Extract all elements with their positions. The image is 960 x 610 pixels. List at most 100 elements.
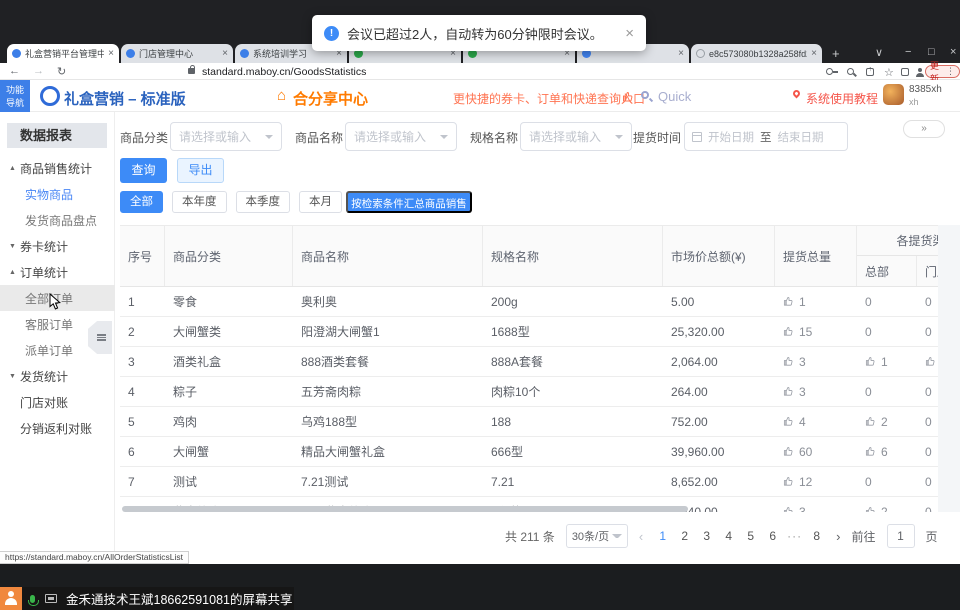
extensions-icon[interactable] <box>901 68 909 76</box>
prev-page-button[interactable]: ‹ <box>639 529 643 544</box>
page-number[interactable]: 8 <box>808 529 825 543</box>
quick-filter-button[interactable]: 本季度 <box>236 191 291 213</box>
pickup-value: 15 <box>799 325 812 339</box>
pickup-cell: 3 <box>775 497 857 512</box>
zoom-icon[interactable] <box>847 68 854 75</box>
forward-button[interactable]: → <box>33 65 44 77</box>
thumbs-up-icon <box>783 356 794 367</box>
caret-up-icon: ▲ <box>9 165 16 172</box>
chevron-down-icon <box>265 135 273 139</box>
thumbs-up-icon <box>865 446 876 457</box>
horizontal-scrollbar[interactable] <box>122 506 688 512</box>
sidebar-item-实物商品[interactable]: 实物商品 <box>0 181 115 207</box>
page-number[interactable]: 1 <box>654 529 671 543</box>
sidebar-item-门店对账[interactable]: 门店对账 <box>0 389 115 415</box>
sidebar-item-商品销售统计[interactable]: ▲商品销售统计 <box>0 155 115 181</box>
quick-filter-button[interactable]: 全部 <box>120 191 163 213</box>
sidebar-item-券卡统计[interactable]: ▼券卡统计 <box>0 233 115 259</box>
cell-no: 1 <box>120 287 165 316</box>
pickup-cell: 15 <box>775 317 857 346</box>
window-close-button[interactable]: × <box>950 46 956 58</box>
nav-toggle-line1: 功能 <box>0 84 30 97</box>
password-key-icon[interactable] <box>826 68 833 75</box>
reload-button[interactable]: ↻ <box>57 65 66 78</box>
page-number[interactable]: 4 <box>720 529 737 543</box>
page-number[interactable]: 3 <box>698 529 715 543</box>
page-size-select[interactable]: 30条/页 <box>566 524 628 548</box>
back-button[interactable]: ← <box>9 65 20 77</box>
pickup-cell: 1 <box>857 347 917 376</box>
collapse-bars-icon <box>97 334 106 341</box>
browser-tab[interactable]: 门店管理中心× <box>121 44 233 63</box>
browser-tab[interactable]: e8c573080b1328a258fd2e6f8× <box>691 44 822 63</box>
category-select[interactable]: 请选择或输入 <box>170 122 282 151</box>
quick-filter-button[interactable]: 本年度 <box>172 191 227 213</box>
browser-tab[interactable]: 礼盒营销平台管理中心 × <box>7 44 119 63</box>
summary-button[interactable]: 按检索条件汇总商品销售额 <box>346 191 472 213</box>
profile-icon[interactable] <box>915 68 924 77</box>
minimize-button[interactable]: − <box>905 46 911 58</box>
table-row[interactable]: 2大闸蟹类阳澄湖大闸蟹11688型25,320.001500 <box>120 317 938 347</box>
pickup-value: 0 <box>865 385 872 399</box>
share-center-link[interactable]: 合分享中心 <box>293 88 368 109</box>
table-row[interactable]: 3酒类礼盒888酒类套餐888A套餐2,064.0031 <box>120 347 938 377</box>
tab-close-icon[interactable]: × <box>678 48 684 59</box>
spec-select[interactable]: 请选择或输入 <box>520 122 632 151</box>
pickup-cell: 0 <box>857 287 917 316</box>
expand-filters-button[interactable]: » <box>903 120 945 138</box>
sidebar-item-发货商品盘点[interactable]: 发货商品盘点 <box>0 207 115 233</box>
cell-amount: 5.00 <box>663 287 775 316</box>
pickup-cell: 0 <box>857 317 917 346</box>
search-button[interactable]: 查询 <box>120 158 167 183</box>
pickup-value: 3 <box>799 385 806 399</box>
quick-filter-button[interactable]: 本月 <box>299 191 342 213</box>
share-icon[interactable] <box>866 68 874 76</box>
table-row[interactable]: 1零食奥利奥200g5.00100 <box>120 287 938 317</box>
table-row[interactable]: 6大闸蟹精品大闸蟹礼盒666型39,960.006060 <box>120 437 938 467</box>
tab-title: 礼盒营销平台管理中心 <box>25 47 104 60</box>
export-button[interactable]: 导出 <box>177 158 224 183</box>
next-page-button[interactable]: › <box>836 529 840 544</box>
pickup-value: 2 <box>881 415 888 429</box>
tab-close-icon[interactable]: × <box>222 48 228 59</box>
pickup-cell: 0 <box>857 467 917 496</box>
browser-update-button[interactable]: 更新 ⋮ <box>925 65 960 78</box>
address-bar[interactable]: standard.maboy.cn/GoodsStatistics <box>202 66 366 78</box>
status-bar-url: https://standard.maboy.cn/AllOrderStatis… <box>0 551 189 564</box>
new-tab-button[interactable]: + <box>832 46 840 61</box>
notification-close-icon[interactable]: × <box>625 25 634 42</box>
sidebar-item-订单统计[interactable]: ▲订单统计 <box>0 259 115 285</box>
date-range-picker[interactable]: 开始日期 至 结束日期 <box>684 122 848 151</box>
quick-search-icon[interactable] <box>641 91 649 99</box>
goto-page-input[interactable] <box>887 524 915 548</box>
page-unit-label: 页 <box>926 528 938 545</box>
table-body: 1零食奥利奥200g5.001002大闸蟹类阳澄湖大闸蟹11688型25,320… <box>120 287 938 512</box>
tab-close-icon[interactable]: × <box>108 48 114 59</box>
page-number[interactable]: 2 <box>676 529 693 543</box>
page-size-value: 30条/页 <box>572 528 609 544</box>
page-number[interactable]: 5 <box>742 529 759 543</box>
sidebar-item-分销返利对账[interactable]: 分销返利对账 <box>0 415 115 441</box>
table-row[interactable]: 5鸡肉乌鸡188型188752.00420 <box>120 407 938 437</box>
page-number[interactable]: 6 <box>764 529 781 543</box>
sidebar-collapse-handle[interactable] <box>88 321 112 354</box>
tab-search-icon[interactable]: ∨ <box>875 46 883 59</box>
sidebar-item-label: 门店对账 <box>20 394 68 411</box>
table-row[interactable]: 4粽子五芳斋肉粽肉粽10个264.00300 <box>120 377 938 407</box>
function-nav-toggle[interactable]: 功能 导航 <box>0 80 30 112</box>
pickup-cell: 3 <box>775 377 857 406</box>
system-tutorial-link[interactable]: 系统使用教程 <box>806 90 878 107</box>
user-avatar[interactable] <box>883 84 904 105</box>
caret-down-icon: ▼ <box>9 373 16 380</box>
table-row[interactable]: 7测试7.21测试7.218,652.001200 <box>120 467 938 497</box>
sidebar-item-发货统计[interactable]: ▼发货统计 <box>0 363 115 389</box>
page-ellipsis[interactable]: ··· <box>786 529 803 543</box>
cell-category: 鸡肉 <box>165 407 293 436</box>
quick-search-label[interactable]: Quick <box>658 89 691 104</box>
tab-close-icon[interactable]: × <box>811 48 817 59</box>
name-select[interactable]: 请选择或输入 <box>345 122 457 151</box>
bookmark-star-icon[interactable]: ☆ <box>884 66 894 79</box>
cell-no: 2 <box>120 317 165 346</box>
maximize-button[interactable]: □ <box>928 46 935 58</box>
more-menu-icon[interactable]: ⋮ <box>946 66 955 77</box>
